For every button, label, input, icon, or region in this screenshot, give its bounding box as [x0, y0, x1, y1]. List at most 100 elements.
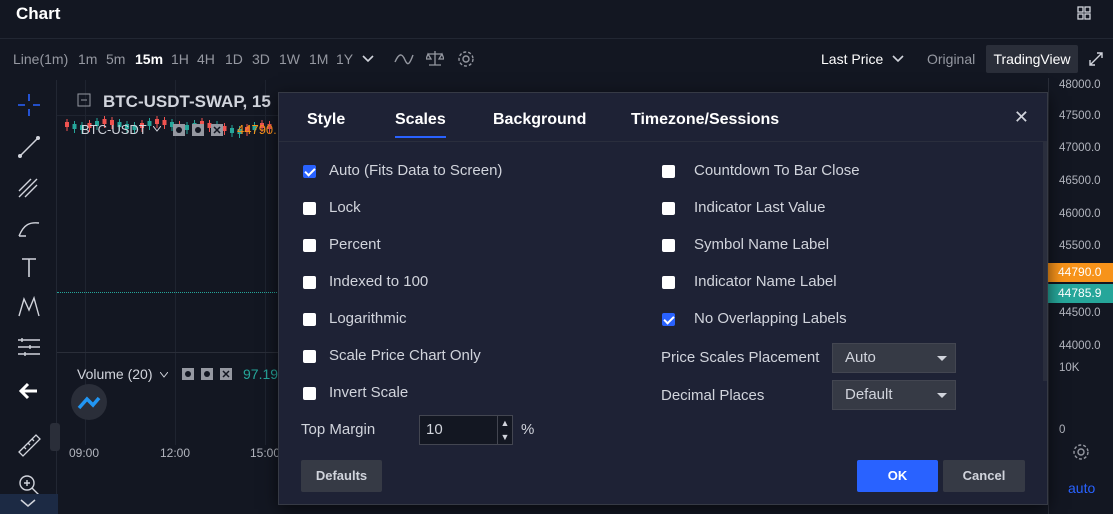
option-label[interactable]: Invert Scale — [329, 383, 408, 403]
collapse-sidebar-handle[interactable] — [50, 423, 60, 451]
mode-original[interactable]: Original — [927, 51, 975, 67]
option-checkbox[interactable] — [303, 350, 316, 363]
candle-body — [230, 128, 234, 133]
price-scales-placement-select[interactable]: Auto — [832, 343, 956, 373]
interval-1h[interactable]: 1H — [171, 51, 189, 67]
decimal-places-value: Default — [845, 386, 893, 403]
symbol-title: BTC-USDT-SWAP, 15 — [103, 92, 271, 111]
brush-icon[interactable] — [16, 214, 42, 240]
top-margin-label: Top Margin — [301, 421, 376, 438]
settings-gear-icon[interactable] — [457, 50, 475, 68]
tab-scales[interactable]: Scales — [395, 111, 446, 138]
pattern-icon[interactable] — [16, 294, 42, 320]
option-checkbox[interactable] — [662, 313, 675, 326]
fib-tool-icon[interactable] — [16, 334, 42, 360]
crosshair-icon[interactable] — [16, 92, 42, 118]
price-axis-label: 47500.0 — [1059, 110, 1101, 122]
dialog-scrollbar[interactable] — [1043, 141, 1047, 381]
tab-style[interactable]: Style — [307, 111, 345, 129]
price-source-select[interactable]: Last Price — [821, 51, 883, 67]
back-arrow-icon[interactable] — [16, 378, 42, 404]
top-margin-unit: % — [521, 421, 535, 438]
interval-1m[interactable]: 1m — [78, 51, 97, 67]
option-label[interactable]: Indicator Name Label — [694, 272, 837, 292]
option-label[interactable]: Percent — [329, 235, 381, 255]
time-label: 15:00 — [250, 446, 281, 460]
interval-1mo[interactable]: 1M — [309, 51, 328, 67]
interval-line-1m[interactable]: Line(1m) — [13, 51, 68, 67]
interval-4h[interactable]: 4H — [197, 51, 215, 67]
pitchfork-icon[interactable] — [16, 174, 42, 200]
option-label[interactable]: Indexed to 100 — [329, 272, 428, 292]
layout-grid-icon[interactable] — [1077, 6, 1091, 20]
price-axis-label: 45500.0 — [1059, 240, 1101, 252]
chevron-down-icon[interactable] — [153, 126, 161, 132]
tab-timezone-sessions[interactable]: Timezone/Sessions — [631, 111, 779, 129]
option-checkbox[interactable] — [662, 202, 675, 215]
auto-scale-toggle[interactable]: auto — [1068, 480, 1095, 496]
interval-1w[interactable]: 1W — [279, 51, 300, 67]
mode-tradingview-button[interactable]: TradingView — [986, 45, 1078, 73]
option-checkbox[interactable] — [662, 239, 675, 252]
option-label[interactable]: Countdown To Bar Close — [694, 161, 860, 181]
series-legend-label[interactable]: BTC-USDT — [81, 122, 147, 137]
ok-button[interactable]: OK — [857, 460, 938, 492]
close-icon[interactable]: ✕ — [1014, 107, 1029, 128]
option-checkbox[interactable] — [662, 276, 675, 289]
interval-3d[interactable]: 3D — [252, 51, 270, 67]
chevron-down-icon[interactable] — [160, 372, 168, 378]
option-checkbox[interactable] — [303, 202, 316, 215]
cloud-logo-icon — [77, 396, 101, 410]
price-axis-label: 44000.0 — [1059, 340, 1101, 352]
chevron-down-icon[interactable] — [892, 54, 904, 64]
candle-body — [162, 120, 167, 125]
trend-line-icon[interactable] — [16, 134, 42, 160]
interval-1d[interactable]: 1D — [225, 51, 243, 67]
drawing-toolbar — [0, 80, 58, 514]
option-checkbox[interactable] — [303, 165, 316, 178]
option-checkbox[interactable] — [303, 387, 316, 400]
chevron-down-icon — [20, 499, 36, 507]
chevron-down-icon[interactable] — [362, 54, 374, 64]
text-icon[interactable] — [16, 254, 42, 280]
settings-gear-icon[interactable] — [1072, 443, 1090, 461]
option-label[interactable]: Scale Price Chart Only — [329, 346, 481, 366]
option-label[interactable]: Indicator Last Value — [694, 198, 825, 218]
option-label[interactable]: No Overlapping Labels — [694, 309, 847, 329]
mark-price-tag: 44785.9 — [1048, 284, 1113, 303]
option-label[interactable]: Auto (Fits Data to Screen) — [329, 161, 502, 181]
volume-legend-actions-icon[interactable] — [181, 367, 237, 381]
option-checkbox[interactable] — [303, 239, 316, 252]
option-checkbox[interactable] — [303, 313, 316, 326]
ruler-icon[interactable] — [16, 432, 42, 458]
expand-toolbar-button[interactable] — [0, 494, 58, 514]
option-checkbox[interactable] — [662, 165, 675, 178]
legend-actions-icon[interactable] — [172, 123, 228, 137]
tab-background[interactable]: Background — [493, 111, 586, 129]
tradingview-logo[interactable] — [71, 384, 107, 420]
stepper-icon[interactable]: ▲ ▼ — [497, 416, 512, 444]
interval-15m[interactable]: 15m — [135, 51, 163, 67]
option-checkbox[interactable] — [303, 276, 316, 289]
chart-type-icon[interactable] — [394, 51, 414, 67]
volume-legend-label[interactable]: Volume (20) — [77, 366, 152, 382]
chart-toolbar: Line(1m) 1m 5m 15m 1H 4H 1D 3D 1W 1M 1Y … — [0, 38, 1113, 79]
fullscreen-icon[interactable] — [1088, 51, 1104, 67]
candle-body — [65, 122, 69, 127]
price-axis-label: 46500.0 — [1059, 175, 1101, 187]
interval-1y[interactable]: 1Y — [336, 51, 353, 67]
top-margin-input[interactable]: 10 ▲ ▼ — [419, 415, 513, 445]
collapse-icon[interactable] — [77, 93, 91, 107]
top-margin-value: 10 — [426, 421, 443, 438]
option-label[interactable]: Logarithmic — [329, 309, 407, 329]
indicators-scale-icon[interactable] — [426, 50, 444, 67]
price-axis-label: 47000.0 — [1059, 142, 1101, 154]
decimal-places-select[interactable]: Default — [832, 380, 956, 410]
defaults-button[interactable]: Defaults — [301, 460, 382, 492]
option-label[interactable]: Lock — [329, 198, 361, 218]
candle-body — [72, 124, 77, 129]
option-label[interactable]: Symbol Name Label — [694, 235, 829, 255]
volume-legend-value: 97.19 — [243, 366, 279, 382]
cancel-button[interactable]: Cancel — [943, 460, 1025, 492]
interval-5m[interactable]: 5m — [106, 51, 125, 67]
